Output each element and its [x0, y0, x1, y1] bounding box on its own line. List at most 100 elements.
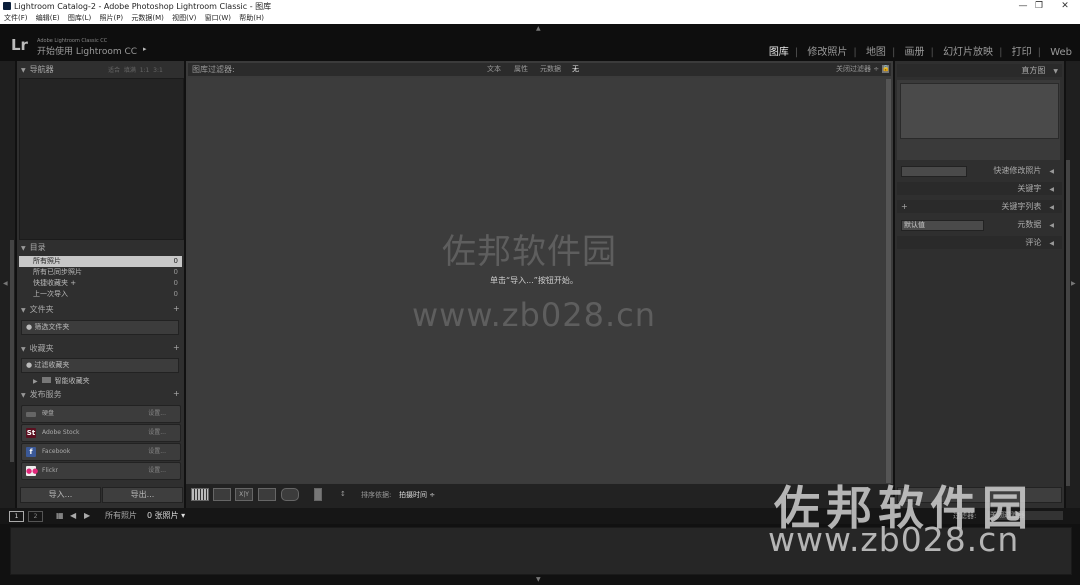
- menu-file[interactable]: 文件(F): [4, 14, 28, 22]
- module-book[interactable]: 画册: [905, 47, 925, 58]
- quick-develop-preset-field[interactable]: [901, 166, 967, 177]
- flickr-icon: ●●: [26, 466, 39, 476]
- window-2-button[interactable]: 2: [28, 511, 43, 522]
- module-web[interactable]: Web: [1050, 47, 1072, 58]
- export-button[interactable]: 导出...: [102, 487, 183, 503]
- hard-drive-setup-button[interactable]: 设置...: [148, 406, 166, 422]
- hard-drive-icon: [26, 412, 36, 417]
- menu-metadata[interactable]: 元数据(M): [131, 14, 164, 22]
- module-map[interactable]: 地图: [866, 47, 886, 58]
- center-watermark-text: 佐邦软件园: [442, 232, 617, 272]
- quick-develop-header[interactable]: 快速修改照片 ◀: [985, 164, 1062, 177]
- catalog-item-quick-collection[interactable]: 快捷收藏夹 +0: [19, 278, 182, 289]
- catalog-item-all-photos[interactable]: 所有照片 0: [19, 256, 182, 267]
- sort-select[interactable]: 拍摄时间 ÷: [399, 490, 435, 500]
- histogram-display: [900, 83, 1059, 139]
- filter-preset-select[interactable]: 关闭过滤器 ÷: [836, 63, 879, 76]
- collection-filter-input[interactable]: ● 过滤收藏夹: [21, 358, 179, 373]
- survey-view-icon[interactable]: [258, 488, 276, 501]
- folder-filter-input[interactable]: ● 筛选文件夹: [21, 320, 179, 335]
- add-folder-icon[interactable]: +: [173, 304, 180, 313]
- center-watermark-url: www.zb028.cn: [412, 296, 656, 334]
- folders-header[interactable]: ▼ 文件夹: [21, 304, 54, 315]
- getting-started-link[interactable]: 开始使用 Lightroom CC: [37, 44, 137, 57]
- forward-arrow-icon[interactable]: ▶: [84, 508, 90, 524]
- bottom-panel-toggle-icon[interactable]: ▼: [536, 576, 541, 583]
- catalog-header[interactable]: ▼ 目录: [21, 242, 46, 253]
- filter-tab-attribute[interactable]: 属性: [514, 63, 528, 76]
- navigator-zoom-options[interactable]: 适合 填满 1:1 3:1: [108, 65, 163, 74]
- window-1-button[interactable]: 1: [9, 511, 24, 522]
- keywording-header[interactable]: 关键字 ◀: [897, 182, 1062, 195]
- publish-service-flickr[interactable]: ●● Flickr 设置...: [21, 462, 181, 480]
- module-develop[interactable]: 修改照片: [807, 47, 847, 58]
- menu-bar: 文件(F) 编辑(E) 图库(L) 照片(P) 元数据(M) 视图(V) 窗口(…: [0, 13, 1080, 24]
- left-scrollbar[interactable]: [10, 240, 14, 462]
- photo-count-dropdown[interactable]: 0 张照片 ▾: [147, 508, 185, 524]
- right-scrollbar[interactable]: [1066, 160, 1070, 486]
- spray-can-icon[interactable]: [314, 488, 322, 501]
- window-title-bar: Lightroom Catalog-2 - Adobe Photoshop Li…: [0, 0, 1080, 13]
- module-library[interactable]: 图库: [769, 47, 789, 58]
- grid-view-icon[interactable]: [191, 488, 209, 501]
- overlay-watermark-url: www.zb028.cn: [768, 520, 1020, 559]
- library-filter-title: 图库过滤器:: [192, 65, 235, 74]
- publish-service-facebook[interactable]: f Facebook 设置...: [21, 443, 181, 461]
- play-arrow-icon[interactable]: ▸: [143, 45, 147, 53]
- add-publish-service-icon[interactable]: +: [173, 389, 180, 398]
- library-filter-bar: 图库过滤器: 文本 属性 元数据 无 关闭过滤器 ÷ 🔒: [188, 63, 891, 76]
- import-button[interactable]: 导入...: [20, 487, 101, 503]
- right-panel-toggle-icon[interactable]: ▶: [1071, 280, 1076, 287]
- import-hint-text: 单击“导入...”按钮开始。: [490, 276, 578, 285]
- people-view-icon[interactable]: [281, 488, 299, 501]
- catalog-item-previous-import[interactable]: 上一次导入 0: [19, 289, 182, 300]
- module-print[interactable]: 打印: [1012, 47, 1032, 58]
- filter-tab-metadata[interactable]: 元数据: [540, 63, 561, 76]
- lock-icon[interactable]: 🔒: [882, 65, 889, 73]
- publish-services-header[interactable]: ▼ 发布服务: [21, 389, 62, 400]
- adobe-stock-icon: St: [26, 428, 36, 438]
- metadata-preset-select[interactable]: 默认值: [901, 220, 984, 231]
- menu-library[interactable]: 图库(L): [68, 14, 91, 22]
- add-keyword-icon[interactable]: +: [901, 202, 908, 211]
- facebook-setup-button[interactable]: 设置...: [148, 444, 166, 460]
- filmstrip-source-label[interactable]: 所有照片: [105, 508, 137, 524]
- menu-help[interactable]: 帮助(H): [239, 14, 264, 22]
- module-picker: 图库 | 修改照片 | 地图 | 画册 | 幻灯片放映 | 打印 | Web: [768, 47, 1072, 58]
- left-panel-toggle-icon[interactable]: ◀: [3, 280, 8, 287]
- close-button[interactable]: ✕: [1050, 0, 1080, 13]
- histogram-header[interactable]: 直方图 ▼: [897, 64, 1062, 77]
- adobe-stock-setup-button[interactable]: 设置...: [148, 425, 166, 441]
- window-title: Lightroom Catalog-2 - Adobe Photoshop Li…: [14, 2, 272, 11]
- sort-label: 排序依据:: [361, 491, 392, 499]
- grid-scrollbar[interactable]: [886, 79, 891, 483]
- menu-edit[interactable]: 编辑(E): [36, 14, 60, 22]
- filter-tab-text[interactable]: 文本: [487, 63, 501, 76]
- back-arrow-icon[interactable]: ◀: [70, 508, 76, 524]
- grid-icon[interactable]: ▦: [56, 508, 64, 524]
- lightroom-logo: Lr: [11, 36, 28, 54]
- loupe-view-icon[interactable]: [213, 488, 231, 501]
- metadata-header[interactable]: 元数据 ◀: [1000, 218, 1062, 231]
- keyword-list-header[interactable]: 关键字列表 ◀: [897, 200, 1062, 213]
- module-slideshow[interactable]: 幻灯片放映: [943, 47, 993, 58]
- app-icon: [3, 2, 11, 10]
- navigator-header[interactable]: ▼ 导航器: [21, 64, 54, 75]
- comments-header[interactable]: 评论 ◀: [897, 236, 1062, 249]
- menu-photo[interactable]: 照片(P): [99, 14, 123, 22]
- top-panel-toggle-icon[interactable]: ▲: [536, 25, 541, 32]
- compare-view-icon[interactable]: X|Y: [235, 488, 253, 501]
- catalog-item-synced[interactable]: 所有已同步照片 0: [19, 267, 182, 278]
- filter-tab-none[interactable]: 无: [572, 63, 579, 76]
- facebook-icon: f: [26, 447, 36, 457]
- smart-collections-item[interactable]: ▶ 智能收藏夹: [33, 376, 90, 386]
- menu-window[interactable]: 窗口(W): [205, 14, 231, 22]
- add-collection-icon[interactable]: +: [173, 343, 180, 352]
- publish-service-adobe-stock[interactable]: St Adobe Stock 设置...: [21, 424, 181, 442]
- flickr-setup-button[interactable]: 设置...: [148, 463, 166, 479]
- sort-direction-icon[interactable]: ↕: [340, 490, 346, 498]
- collections-header[interactable]: ▼ 收藏夹: [21, 343, 54, 354]
- navigator-preview[interactable]: [19, 78, 184, 240]
- publish-service-hard-drive[interactable]: 硬盘 设置...: [21, 405, 181, 423]
- menu-view[interactable]: 视图(V): [172, 14, 196, 22]
